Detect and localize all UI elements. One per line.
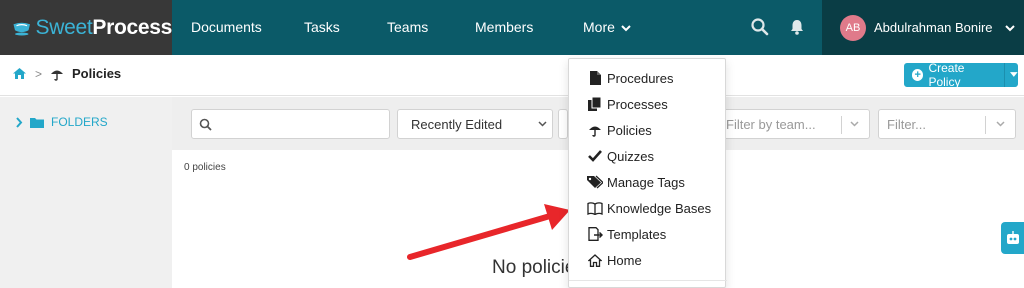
brand-logo[interactable]: Sweet Process <box>0 0 172 55</box>
breadcrumb: > Policies <box>12 66 121 81</box>
menu-item-label: Knowledge Bases <box>607 200 712 216</box>
chevron-down-icon <box>996 121 1005 127</box>
team-filter-select[interactable]: Filter by team... <box>721 109 870 139</box>
page-title: Policies <box>72 66 122 81</box>
chevron-down-icon <box>850 121 859 127</box>
home-icon <box>587 252 603 268</box>
menu-item-label: Home <box>607 252 642 268</box>
folders-sidebar: FOLDERS <box>0 97 172 288</box>
create-policy-label: Create Policy <box>928 61 965 89</box>
menu-divider <box>569 280 727 281</box>
annotation-arrow-icon <box>407 204 570 260</box>
search-icon <box>199 118 212 131</box>
team-filter-placeholder: Filter by team... <box>726 116 816 132</box>
brand-name-sweet: Sweet <box>35 15 93 39</box>
sort-select[interactable]: Recently Edited <box>397 109 553 139</box>
nav-more[interactable]: More <box>583 0 631 55</box>
folder-icon <box>30 117 44 128</box>
menu-item-label: Manage Tags <box>607 174 685 190</box>
umbrella-icon <box>51 70 64 81</box>
brand-name-process: Process <box>92 15 172 39</box>
template-icon <box>587 226 603 242</box>
menu-item-label: Policies <box>607 122 652 138</box>
generic-filter-placeholder: Filter... <box>887 116 927 132</box>
select-divider <box>841 116 842 134</box>
avatar: AB <box>840 14 866 41</box>
nav-tasks[interactable]: Tasks <box>304 0 340 55</box>
chat-widget-button[interactable] <box>1001 222 1024 254</box>
user-name: Abdulrahman Bonire <box>874 20 993 35</box>
robot-icon <box>1006 231 1019 244</box>
breadcrumb-separator: > <box>35 66 43 81</box>
chevron-down-icon <box>1004 24 1015 31</box>
nav-members[interactable]: Members <box>475 0 533 55</box>
menu-item-label: Procedures <box>607 70 674 86</box>
umbrella-icon <box>587 122 603 138</box>
folders-label: FOLDERS <box>51 115 108 129</box>
caret-down-icon[interactable] <box>1010 72 1019 78</box>
select-divider <box>985 116 986 134</box>
folders-toggle[interactable]: FOLDERS <box>15 115 108 129</box>
chevron-right-icon <box>16 116 23 128</box>
filter-select-hidden[interactable] <box>558 109 568 139</box>
button-divider <box>1004 63 1006 87</box>
menu-item-label: Processes <box>607 96 668 112</box>
menu-item-quizzes[interactable]: Quizzes <box>569 143 727 169</box>
file-icon <box>587 70 603 86</box>
bell-icon[interactable] <box>787 17 807 37</box>
top-navigation-bar: Sweet Process Documents Tasks Teams Membe… <box>0 0 1024 55</box>
chevron-down-icon <box>538 121 547 127</box>
nav-documents[interactable]: Documents <box>191 0 262 55</box>
more-dropdown-menu: Procedures Processes Policies Quizzes Ma… <box>568 58 727 288</box>
chevron-down-icon <box>621 24 631 31</box>
create-policy-button[interactable]: + Create Policy <box>904 61 1019 89</box>
nav-teams[interactable]: Teams <box>387 0 428 55</box>
policy-count: 0 policies <box>184 162 226 173</box>
search-input[interactable] <box>191 109 390 139</box>
menu-item-processes[interactable]: Processes <box>569 91 727 117</box>
menu-item-label: Templates <box>607 226 667 242</box>
menu-item-procedures[interactable]: Procedures <box>569 65 727 91</box>
user-menu[interactable]: AB Abdulrahman Bonire <box>822 0 1024 55</box>
nav-more-label: More <box>583 19 615 35</box>
home-icon[interactable] <box>12 67 27 80</box>
menu-item-label: Quizzes <box>607 148 654 164</box>
sort-value: Recently Edited <box>411 116 503 132</box>
teacup-logo-icon <box>13 22 30 35</box>
menu-item-policies[interactable]: Policies <box>569 117 727 143</box>
menu-item-manage-tags[interactable]: Manage Tags <box>569 169 727 195</box>
plus-circle-icon: + <box>912 69 924 81</box>
menu-item-templates[interactable]: Templates <box>569 221 727 247</box>
menu-item-home[interactable]: Home <box>569 247 727 273</box>
copy-icon <box>587 96 603 112</box>
tags-icon <box>587 174 603 190</box>
breadcrumb-bar: > Policies <box>0 55 1024 96</box>
menu-item-knowledge-bases[interactable]: Knowledge Bases <box>569 195 727 221</box>
generic-filter-select[interactable]: Filter... <box>878 109 1016 139</box>
book-icon <box>587 200 603 216</box>
check-icon <box>587 148 603 164</box>
search-icon[interactable] <box>750 17 770 37</box>
